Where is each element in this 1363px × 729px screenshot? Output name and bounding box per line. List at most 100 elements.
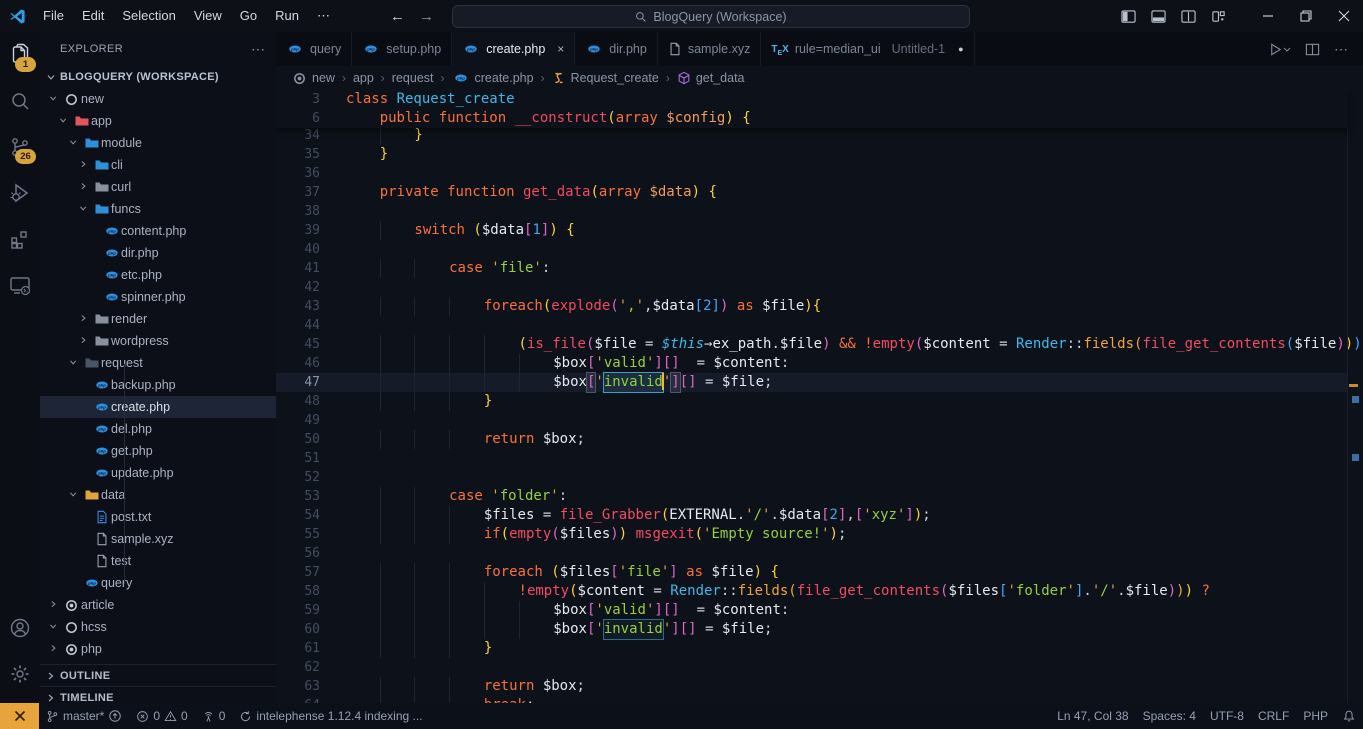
tree-item-test[interactable]: test [40,550,276,572]
activity-search-icon[interactable] [0,78,40,124]
activity-accounts-icon[interactable] [0,605,40,651]
tree-item-label: post.txt [111,510,151,524]
status-label: 0 [153,709,160,723]
breadcrumb-item-new[interactable]: new [292,71,335,86]
status-ports[interactable]: 0 [195,703,233,729]
activity-run-debug-icon[interactable] [0,170,40,216]
tree-item-dir-php[interactable]: phpdir.php [40,242,276,264]
close-tab-icon[interactable]: × [557,42,564,56]
breadcrumb-item-Request-create[interactable]: Request_create [552,71,659,85]
tree-item-spinner-php[interactable]: phpspinner.php [40,286,276,308]
toggle-secondary-sidebar-icon[interactable] [1175,0,1201,32]
tree-item-new[interactable]: new [40,88,276,110]
more-actions-button[interactable]: ⋯ [1334,41,1349,58]
tree-item-render[interactable]: render [40,308,276,330]
status-encoding[interactable]: UTF-8 [1203,703,1251,729]
command-center-search[interactable]: BlogQuery (Workspace) [452,5,970,28]
menu-go[interactable]: Go [231,5,266,27]
menu-selection[interactable]: Selection [113,5,184,27]
activity-explorer-icon[interactable]: 1 [0,32,40,78]
line-number: 42 [276,278,320,297]
activity-settings-icon[interactable] [0,651,40,697]
tree-item-request[interactable]: request [40,352,276,374]
status-cursor-position[interactable]: Ln 47, Col 38 [1050,703,1135,729]
tree-item-get-php[interactable]: phpget.php [40,440,276,462]
tree-item-sample-xyz[interactable]: sample.xyz [40,528,276,550]
tree-item-post-txt[interactable]: post.txt [40,506,276,528]
breadcrumb-item-request[interactable]: request [392,71,434,85]
tree-item-wordpress[interactable]: wordpress [40,330,276,352]
activity-extensions-icon[interactable] [0,216,40,262]
tree-item-hcss[interactable]: hcss [40,616,276,638]
status-label: UTF-8 [1210,709,1244,723]
circle-icon [62,620,81,635]
toggle-panel-icon[interactable] [1145,0,1171,32]
breadcrumb-item-app[interactable]: app [353,71,374,85]
outline-section-header[interactable]: OUTLINE [40,664,276,687]
toggle-sidebar-icon[interactable] [1115,0,1141,32]
tree-item-create-php[interactable]: phpcreate.php [40,396,276,418]
status-eol[interactable]: CRLF [1251,703,1296,729]
menu-file[interactable]: File [34,5,73,27]
status-language-mode[interactable]: PHP [1296,703,1335,729]
tab-sample-xyz[interactable]: sample.xyz [658,32,762,66]
tree-item-content-php[interactable]: phpcontent.php [40,220,276,242]
nav-back-button[interactable]: ← [390,8,405,25]
tab-bar: phpqueryphpsetup.phpphpcreate.php×phpdir… [276,32,1363,66]
tree-item-etc-php[interactable]: phpetc.php [40,264,276,286]
tree-item-cli[interactable]: cli [40,154,276,176]
close-button[interactable] [1325,0,1363,32]
remote-indicator[interactable] [0,703,39,729]
tree-item-label: backup.php [111,378,176,392]
tree-item-label: test [111,554,131,568]
status-branch[interactable]: master* [39,703,129,729]
menu-run[interactable]: Run [266,5,308,27]
split-editor-button[interactable] [1305,42,1320,57]
workspace-section-label: BLOGQUERY (WORKSPACE) [60,71,219,83]
vscode-window: FileEditSelectionViewGoRun⋯ ← → BlogQuer… [0,0,1363,729]
nav-forward-button[interactable]: → [419,8,434,25]
status-language-status[interactable]: intelephense 1.12.4 indexing ... [232,703,429,729]
explorer-more-actions-button[interactable]: ⋯ [251,41,266,58]
tab-setup-php[interactable]: phpsetup.php [352,32,452,66]
tab-create-php[interactable]: phpcreate.php× [452,32,575,66]
editor-scrollbar[interactable] [1347,90,1363,703]
tree-item-funcs[interactable]: funcs [40,198,276,220]
svg-text:php: php [590,47,599,52]
timeline-section-header[interactable]: TIMELINE [40,686,276,703]
code-line-61: 61} [276,639,1348,658]
tree-item-label: curl [111,180,131,194]
customize-layout-icon[interactable] [1205,0,1231,32]
tab-rule-median-ui[interactable]: TEXrule=median_uiUntitled-1● [761,32,974,66]
minimize-button[interactable] [1249,0,1287,32]
breadcrumb-item-get-data[interactable]: get_data [677,71,745,85]
scrollbar-cursor-marker [1349,384,1358,387]
tree-item-module[interactable]: module [40,132,276,154]
tree-item-update-php[interactable]: phpupdate.php [40,462,276,484]
tree-item-article[interactable]: article [40,594,276,616]
tree-item-app[interactable]: app [40,110,276,132]
status-problems[interactable]: 00 [129,703,194,729]
tree-item-backup-php[interactable]: phpbackup.php [40,374,276,396]
restore-button[interactable] [1287,0,1325,32]
tree-item-query[interactable]: phpquery [40,572,276,594]
file-text-icon [92,510,111,524]
tree-item-php[interactable]: php [40,638,276,660]
tab-query[interactable]: phpquery [276,32,352,66]
run-button[interactable] [1268,42,1291,57]
tree-item-del-php[interactable]: phpdel.php [40,418,276,440]
status-indentation[interactable]: Spaces: 4 [1136,703,1203,729]
tree-item-data[interactable]: data [40,484,276,506]
menu-[interactable]: ⋯ [308,5,339,27]
tree-item-curl[interactable]: curl [40,176,276,198]
activity-source-control-icon[interactable]: 26 [0,124,40,170]
menu-view[interactable]: View [185,5,231,27]
menu-edit[interactable]: Edit [73,5,113,27]
breadcrumb-item-create-php[interactable]: phpcreate.php [452,71,534,85]
workspace-section-header[interactable]: BLOGQUERY (WORKSPACE) [40,66,276,88]
tab-dir-php[interactable]: phpdir.php [575,32,658,66]
modified-dot-icon[interactable]: ● [958,44,963,54]
activity-remote-explorer-icon[interactable] [0,262,40,308]
code-editor[interactable]: 34}35}3637private function get_data(arra… [276,90,1363,703]
status-notifications[interactable] [1335,703,1363,729]
